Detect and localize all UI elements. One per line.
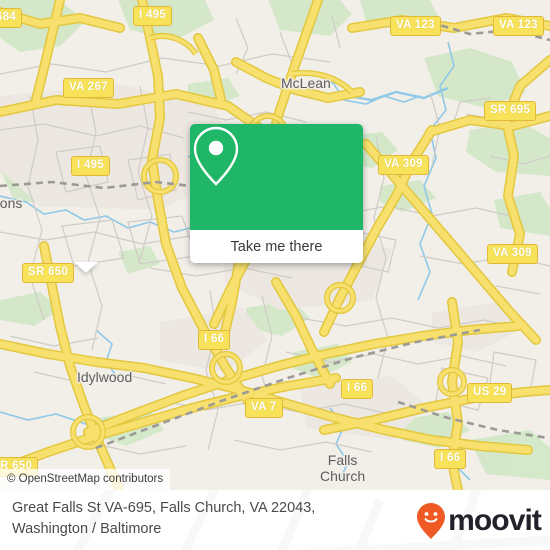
moovit-wordmark: moovit (448, 504, 542, 537)
moovit-smiley-pin-icon (417, 503, 446, 539)
map-canvas[interactable]: 684 I 495 VA 123 VA 123 VA 267 SR 695 I … (0, 0, 550, 490)
address-line-1: Great Falls St VA-695, Falls Church, VA … (12, 500, 316, 516)
place-label-line: Church (320, 468, 366, 484)
location-address: Great Falls St VA-695, Falls Church, VA … (12, 498, 402, 540)
osm-attribution[interactable]: © OpenStreetMap contributors (0, 469, 171, 490)
moovit-location-screenshot: 684 I 495 VA 123 VA 123 VA 267 SR 695 I … (0, 0, 550, 550)
place-label-line: Falls (327, 452, 358, 468)
place-label-falls-church: Falls Church (320, 452, 365, 484)
map-pin-icon (193, 126, 239, 186)
card-pointer-tail (74, 262, 98, 273)
take-me-there-label: Take me there (230, 238, 323, 255)
road-shield: VA 309 (378, 155, 429, 175)
road-shield: US 29 (467, 383, 513, 403)
card-image-header (190, 124, 363, 230)
road-shield: SR 650 (22, 263, 75, 283)
road-shield: VA 267 (63, 78, 114, 98)
road-shield: I 495 (133, 6, 173, 26)
road-shield: VA 123 (390, 16, 441, 36)
take-me-there-button[interactable]: Take me there (190, 230, 363, 263)
road-shield: I 66 (341, 379, 374, 399)
place-label-tysons: Tysons (0, 195, 23, 211)
address-line-2: Washington / Baltimore (12, 521, 162, 537)
road-shield: I 66 (198, 330, 231, 350)
road-shield: VA 309 (487, 244, 538, 264)
road-shield: 684 (0, 8, 23, 28)
place-label-mclean: McLean (281, 75, 331, 91)
place-label-idylwood: Idylwood (77, 369, 133, 385)
road-shield: I 66 (434, 449, 467, 469)
road-shield: VA 7 (245, 398, 283, 418)
footer-bar: Great Falls St VA-695, Falls Church, VA … (0, 490, 550, 550)
location-popup-card[interactable]: Take me there (190, 124, 363, 263)
road-shield: SR 695 (484, 101, 537, 121)
road-shield: VA 123 (493, 16, 544, 36)
road-shield: I 495 (71, 156, 111, 176)
moovit-brand[interactable]: moovit (416, 502, 542, 540)
